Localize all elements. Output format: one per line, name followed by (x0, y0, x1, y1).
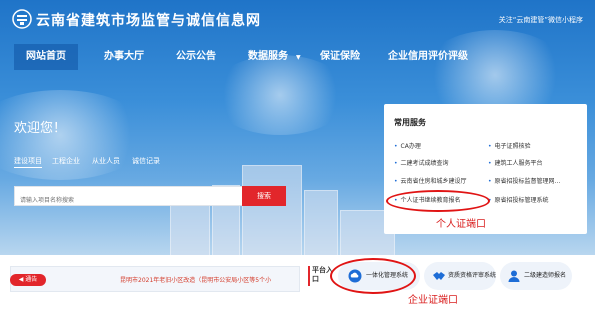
notice-text[interactable]: 昆明市2021年老旧小区改造（昆明市公安局小区等5个小 (120, 275, 271, 284)
handshake-icon (433, 272, 445, 280)
nav-label: 企业信用评价评级 (388, 51, 468, 62)
tab-credit-records[interactable]: 诚信记录 (132, 156, 160, 166)
platform-divider (308, 266, 310, 286)
service-link-bidding-system[interactable]: • 原省招投标管理系统 (488, 195, 549, 204)
nav-guarantee-insurance[interactable]: 保证保险 (320, 44, 360, 70)
bullet-icon: • (488, 178, 492, 185)
wechat-mini-program-link[interactable]: 关注“云南建管”微信小程序 (499, 15, 583, 25)
tab-practitioners[interactable]: 从业人员 (92, 156, 120, 166)
notice-badge-label: 通告 (25, 276, 38, 283)
service-label: 电子证照核验 (494, 143, 531, 150)
nav-label: 办事大厅 (104, 51, 144, 62)
service-label: 二建考试成绩查询 (400, 160, 449, 167)
button-label: 资质资格评审系统 (448, 272, 497, 279)
site-title: 云南省建筑市场监管与诚信信息网 (36, 13, 261, 29)
service-link-bidding-supervision[interactable]: • 原省招投标监督管理网... (488, 176, 560, 185)
annotation-enterprise-label: 企业证端口 (408, 295, 458, 306)
button-label: 二级建造师报名 (524, 272, 567, 279)
nav-home[interactable]: 网站首页 (14, 44, 78, 70)
qualification-review-button[interactable]: 资质资格评审系统 (424, 262, 496, 290)
welcome-text: 欢迎您！ (14, 121, 67, 136)
service-label: 建筑工人服务平台 (494, 160, 543, 167)
annotation-circle-enterprise (330, 258, 416, 294)
search-input[interactable] (15, 191, 243, 210)
top-bar: 云南省建筑市场监管与诚信信息网 关注“云南建管”微信小程序 (0, 0, 595, 38)
annotation-circle-personal (386, 190, 490, 212)
nav-data-services[interactable]: 数据服务 ▼ (248, 44, 301, 70)
service-link-exam-score[interactable]: • 二建考试成绩查询 (394, 158, 449, 167)
bullet-icon: • (394, 143, 398, 150)
service-link-worker-platform[interactable]: • 建筑工人服务平台 (488, 158, 543, 167)
bullet-icon: • (488, 160, 492, 167)
service-label: 原省招投标管理系统 (494, 197, 549, 204)
service-label: 原省招投标监督管理网... (494, 178, 561, 185)
service-link-cert-verify[interactable]: • 电子证照核验 (488, 141, 531, 150)
logo-icon (12, 9, 32, 29)
bullet-icon: • (394, 160, 398, 167)
main-nav: 网站首页 办事大厅 公示公告 数据服务 ▼ 保证保险 企业信用评价评级 (0, 44, 595, 70)
nav-label: 数据服务 (248, 51, 288, 62)
nav-label: 网站首页 (26, 51, 66, 62)
service-link-housing-dept[interactable]: • 云南省住房和城乡建设厅 (394, 176, 467, 185)
nav-announcements[interactable]: 公示公告 (176, 44, 216, 70)
tab-projects[interactable]: 建设项目 (14, 156, 42, 168)
tab-enterprises[interactable]: 工程企业 (52, 156, 80, 166)
service-label: CA办理 (400, 143, 421, 150)
nav-service-hall[interactable]: 办事大厅 (104, 44, 144, 70)
annotation-personal-label: 个人证端口 (436, 219, 486, 230)
nav-label: 公示公告 (176, 51, 216, 62)
chevron-down-icon: ▼ (296, 54, 301, 61)
bullet-icon: • (394, 178, 398, 185)
service-link-ca[interactable]: • CA办理 (394, 141, 421, 150)
services-title: 常用服务 (394, 118, 426, 127)
nav-credit-rating[interactable]: 企业信用评价评级 (388, 44, 468, 70)
nav-label: 保证保险 (320, 51, 360, 62)
service-label: 云南省住房和城乡建设厅 (400, 178, 467, 185)
bullet-icon: • (488, 143, 492, 150)
search-button[interactable]: 搜索 (242, 186, 286, 206)
user-icon (508, 270, 520, 282)
constructor-registration-button[interactable]: 二级建造师报名 (500, 262, 572, 290)
notice-badge[interactable]: ◀ 通告 (10, 274, 46, 286)
search-box (14, 186, 244, 210)
